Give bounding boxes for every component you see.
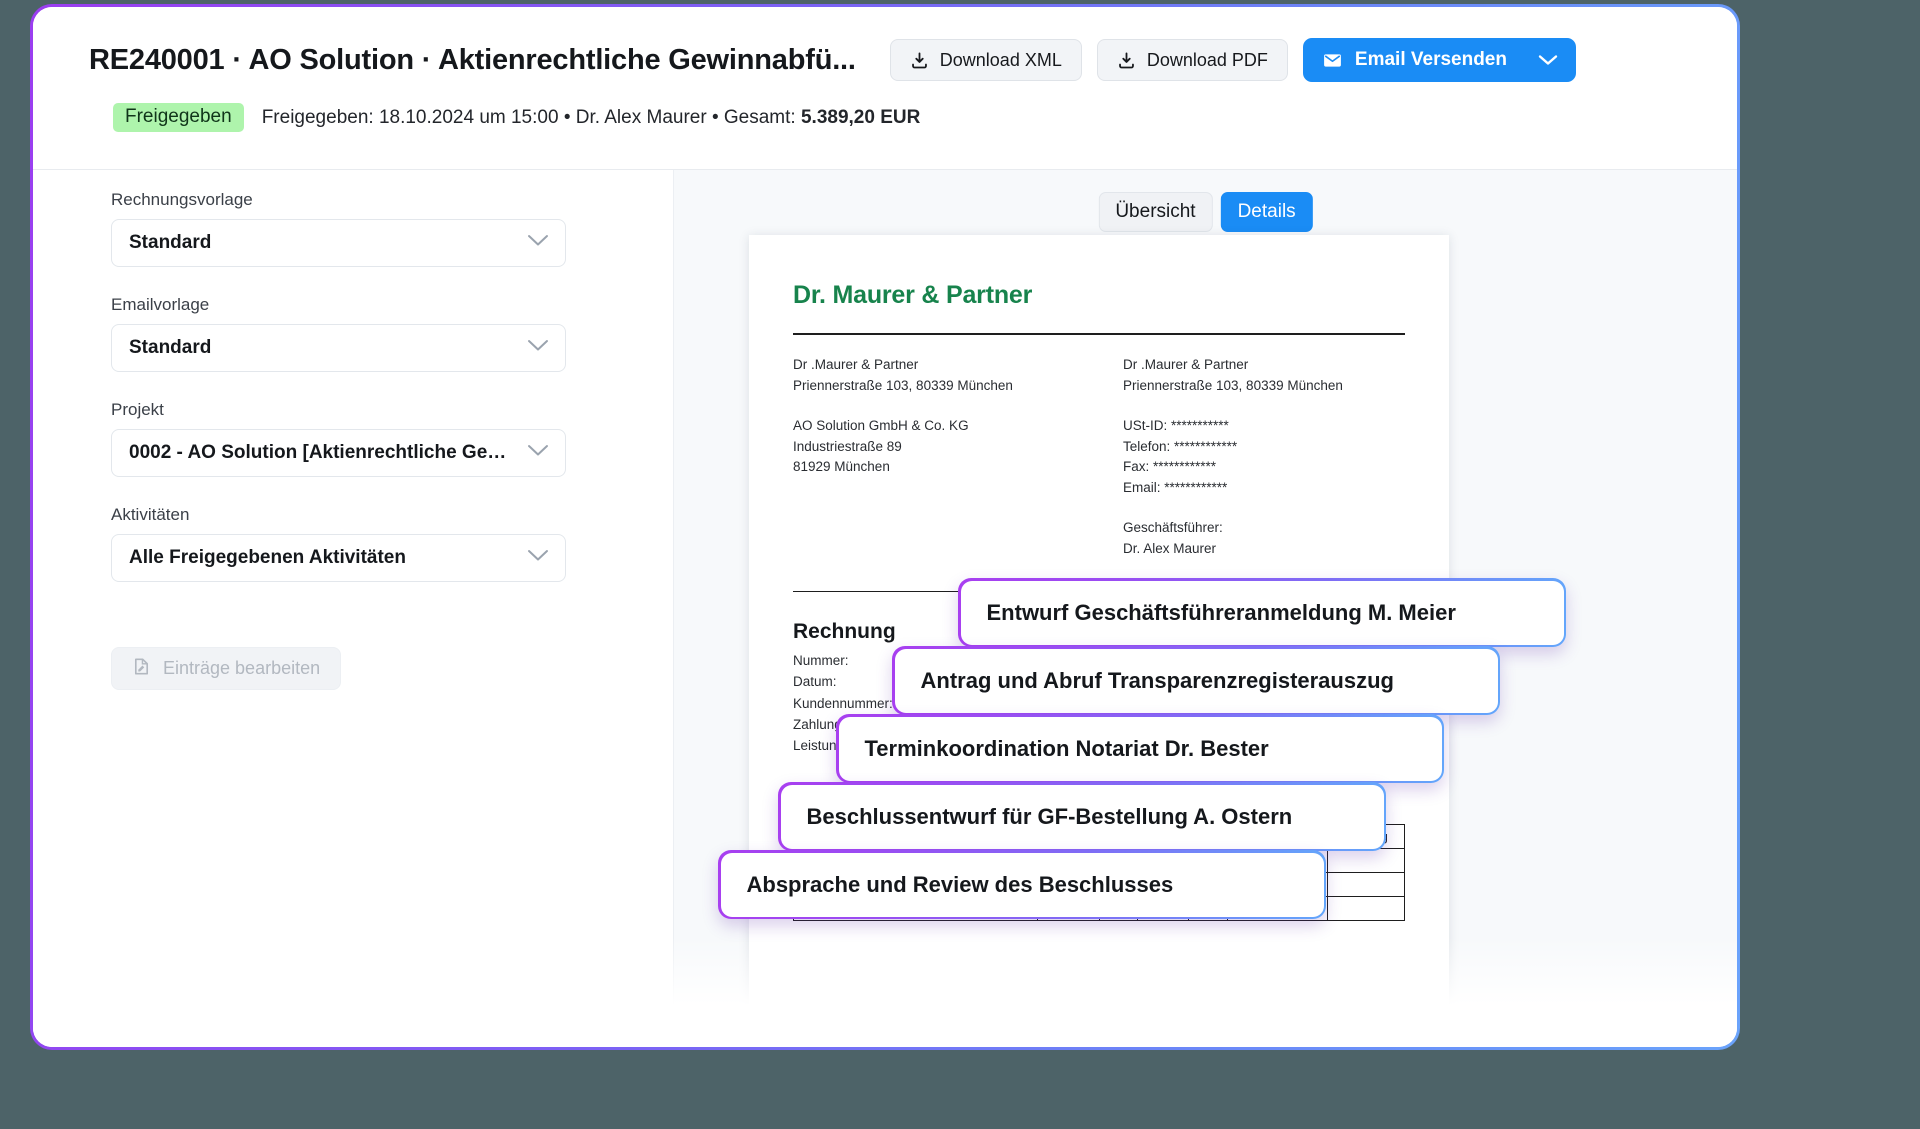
page-header: RE240001 · AO Solution · Aktienrechtlich…: [33, 7, 1737, 170]
recipient-address: AO Solution GmbH & Co. KG Industriestraß…: [793, 416, 1123, 478]
download-xml-button[interactable]: Download XML: [889, 39, 1082, 81]
field-emailvorlage: Emailvorlage Standard: [111, 295, 566, 372]
address-right: Dr .Maurer & Partner Priennerstraße 103,…: [1123, 355, 1405, 579]
chevron-down-icon: [526, 548, 550, 568]
download-pdf-button[interactable]: Download PDF: [1096, 39, 1288, 81]
status-badge: Freigegeben: [113, 103, 244, 132]
callout-card-5-label: Absprache und Review des Beschlusses: [746, 871, 1174, 897]
title-row: RE240001 · AO Solution · Aktienrechtlich…: [89, 33, 1697, 87]
projekt-value: 0002 - AO Solution [Aktienrechtliche Gew…: [129, 442, 518, 463]
callout-card-1[interactable]: Entwurf Geschäftsführeranmeldung M. Meie…: [958, 578, 1566, 647]
field-projekt: Projekt 0002 - AO Solution [Aktienrechtl…: [111, 400, 566, 477]
tab-uebersicht[interactable]: Übersicht: [1098, 192, 1213, 232]
status-meta-row: Freigegeben Freigegeben: 18.10.2024 um 1…: [113, 103, 920, 132]
cell-waehrung: [1327, 847, 1405, 873]
chevron-down-icon: [526, 443, 550, 463]
callout-card-3-inner: Terminkoordination Notariat Dr. Bester: [838, 716, 1442, 781]
rechnungsvorlage-select[interactable]: Standard: [111, 219, 566, 267]
company-logo-text: Dr. Maurer & Partner: [793, 281, 1033, 309]
edit-document-icon: [132, 657, 151, 681]
company-line-1: Dr .Maurer & Partner: [1123, 357, 1249, 372]
cell-waehrung: [1327, 871, 1405, 897]
company-contact: USt-ID: *********** Telefon: ***********…: [1123, 416, 1405, 498]
callout-card-3-label: Terminkoordination Notariat Dr. Bester: [864, 735, 1269, 761]
projekt-select[interactable]: 0002 - AO Solution [Aktienrechtliche Gew…: [111, 429, 566, 477]
view-toggle-group: Übersicht Details: [1098, 192, 1313, 232]
callout-card-5[interactable]: Absprache und Review des Beschlusses: [718, 850, 1326, 919]
aktivitaeten-value: Alle Freigegebenen Aktivitäten: [129, 547, 406, 568]
sender-address: Dr .Maurer & Partner Priennerstraße 103,…: [793, 355, 1123, 396]
callout-card-5-inner: Absprache und Review des Beschlusses: [720, 852, 1324, 917]
status-meta-text: Freigegeben: 18.10.2024 um 15:00 • Dr. A…: [262, 107, 921, 129]
chevron-down-icon: [526, 338, 550, 358]
sender-line-1: Dr .Maurer & Partner: [793, 357, 919, 372]
email-line: Email: ************: [1123, 479, 1228, 495]
callout-card-2[interactable]: Antrag und Abruf Transparenzregisterausz…: [892, 646, 1500, 715]
field-label: Emailvorlage: [111, 295, 210, 314]
emailvorlage-select[interactable]: Standard: [111, 324, 566, 372]
gf-name: Dr. Alex Maurer: [1123, 540, 1217, 556]
callout-card-2-inner: Antrag und Abruf Transparenzregisterausz…: [894, 648, 1498, 713]
company-line-2: Priennerstraße 103, 80339 München: [1123, 377, 1343, 393]
edit-entries-label: Einträge bearbeiten: [163, 658, 321, 678]
rechnungsvorlage-value: Standard: [129, 232, 212, 253]
envelope-icon: [1322, 50, 1343, 71]
header-actions: Download XML Download PDF Email Versende…: [889, 38, 1576, 82]
fax-line: Fax: ************: [1123, 459, 1217, 475]
callout-card-1-inner: Entwurf Geschäftsführeranmeldung M. Meie…: [960, 580, 1564, 645]
tab-details-label: Details: [1237, 201, 1296, 222]
callout-card-1-label: Entwurf Geschäftsführeranmeldung M. Meie…: [986, 599, 1456, 625]
field-label: Aktivitäten: [111, 505, 190, 524]
address-block: Dr .Maurer & Partner Priennerstraße 103,…: [793, 355, 1405, 579]
status-meta-prefix: Freigegeben: 18.10.2024 um 15:00 • Dr. A…: [261, 106, 801, 128]
callout-card-3[interactable]: Terminkoordination Notariat Dr. Bester: [836, 714, 1444, 783]
recipient-line-1: AO Solution GmbH & Co. KG: [793, 418, 969, 434]
recipient-line-2: Industriestraße 89: [793, 438, 902, 454]
settings-sidebar: Rechnungsvorlage Standard Emailvorlage S…: [33, 170, 673, 1047]
ustid-line: USt-ID: ***********: [1123, 418, 1229, 434]
chevron-down-icon: [526, 233, 550, 253]
callout-card-4[interactable]: Beschlussentwurf für GF-Bestellung A. Os…: [778, 782, 1386, 851]
tab-details[interactable]: Details: [1220, 192, 1313, 232]
field-label: Rechnungsvorlage: [111, 190, 253, 209]
download-icon: [1117, 51, 1136, 70]
divider: [793, 333, 1405, 335]
field-label: Projekt: [111, 400, 164, 419]
emailvorlage-value: Standard: [129, 337, 212, 358]
company-address: Dr .Maurer & Partner Priennerstraße 103,…: [1123, 355, 1405, 396]
sender-line-2: Priennerstraße 103, 80339 München: [793, 377, 1013, 393]
email-send-label: Email Versenden: [1354, 49, 1507, 70]
chevron-down-icon[interactable]: [1537, 53, 1559, 67]
download-icon: [910, 51, 929, 70]
edit-entries-button[interactable]: Einträge bearbeiten: [111, 647, 342, 690]
telefon-line: Telefon: ************: [1123, 438, 1238, 454]
gf-label: Geschäftsführer:: [1123, 520, 1223, 536]
address-left: Dr .Maurer & Partner Priennerstraße 103,…: [793, 355, 1123, 579]
download-xml-label: Download XML: [939, 49, 1062, 70]
email-send-button[interactable]: Email Versenden: [1302, 38, 1576, 82]
screen: RE240001 · AO Solution · Aktienrechtlich…: [0, 0, 1920, 1129]
callout-card-2-label: Antrag und Abruf Transparenzregisterausz…: [920, 667, 1394, 693]
tab-uebersicht-label: Übersicht: [1115, 201, 1196, 222]
download-pdf-label: Download PDF: [1146, 49, 1268, 70]
status-meta-total: 5.389,20 EUR: [800, 106, 921, 128]
aktivitaeten-select[interactable]: Alle Freigegebenen Aktivitäten: [111, 534, 566, 582]
callout-card-4-label: Beschlussentwurf für GF-Bestellung A. Os…: [806, 803, 1293, 829]
page-title: RE240001 · AO Solution · Aktienrechtlich…: [89, 43, 856, 76]
callout-card-4-inner: Beschlussentwurf für GF-Bestellung A. Os…: [780, 784, 1384, 849]
field-rechnungsvorlage: Rechnungsvorlage Standard: [111, 190, 566, 267]
recipient-line-3: 81929 München: [793, 459, 890, 475]
managing-director: Geschäftsführer: Dr. Alex Maurer: [1123, 518, 1405, 559]
field-aktivitaeten: Aktivitäten Alle Freigegebenen Aktivität…: [111, 505, 566, 582]
cell-waehrung: [1327, 895, 1405, 921]
